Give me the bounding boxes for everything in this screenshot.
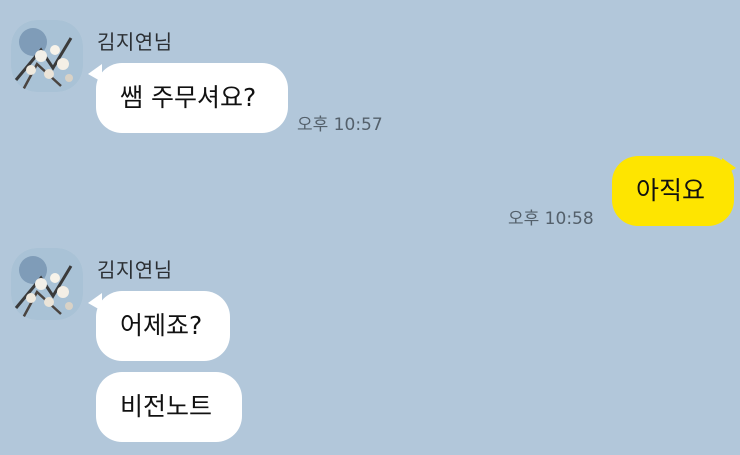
sender-name: 김지연님 xyxy=(97,30,173,54)
message-timestamp: 오후 10:58 xyxy=(508,209,594,229)
message-timestamp: 오후 10:57 xyxy=(297,115,383,135)
message-bubble[interactable]: 쌤 주무셔요? xyxy=(96,63,288,133)
message-bubble[interactable]: 비전노트 xyxy=(96,372,242,442)
sender-name: 김지연님 xyxy=(97,258,173,282)
bubble-tail xyxy=(722,158,736,176)
profile-photo-icon xyxy=(11,248,83,320)
profile-photo-icon xyxy=(11,20,83,92)
sender-avatar[interactable] xyxy=(11,20,83,92)
message-bubble[interactable]: 어제죠? xyxy=(96,291,230,361)
message-bubble[interactable]: 아직요 xyxy=(612,156,734,226)
sender-avatar[interactable] xyxy=(11,248,83,320)
